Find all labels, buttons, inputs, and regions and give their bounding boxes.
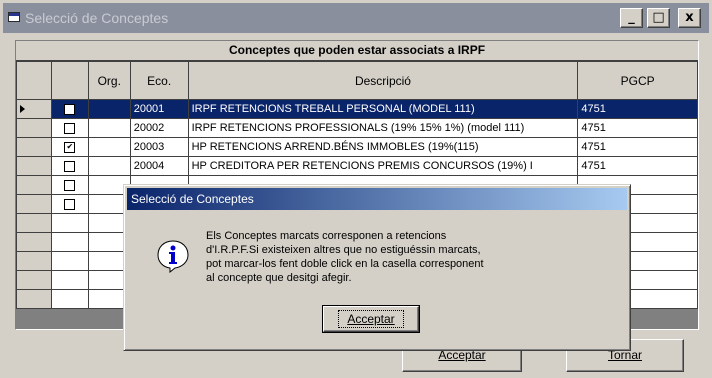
main-window: Selecció de Conceptes _ □ x Conceptes qu… bbox=[0, 0, 712, 378]
cell-description[interactable]: HP RETENCIONS ARREND.BÉNS IMMOBLES (19%(… bbox=[187, 137, 579, 157]
cell-eco[interactable]: 20001 bbox=[129, 99, 189, 119]
table-row[interactable]: 20004 HP CREDITORA PER RETENCIONS PREMIS … bbox=[16, 156, 698, 176]
row-selector[interactable] bbox=[16, 213, 52, 233]
close-button[interactable]: x bbox=[678, 8, 701, 28]
row-selector[interactable] bbox=[16, 232, 52, 252]
row-checkbox[interactable] bbox=[64, 160, 76, 172]
cell-pgcp[interactable]: 4751 bbox=[577, 156, 698, 176]
row-selector[interactable] bbox=[16, 194, 52, 214]
row-selector[interactable] bbox=[16, 137, 52, 157]
table-row[interactable]: 20001 IRPF RETENCIONS TREBALL PERSONAL (M… bbox=[16, 99, 698, 119]
row-checkbox-cell[interactable] bbox=[50, 289, 89, 309]
row-checkbox-cell[interactable] bbox=[50, 175, 89, 195]
column-header-eco[interactable]: Eco. bbox=[129, 61, 189, 100]
dialog-title-bar[interactable]: Selecció de Conceptes bbox=[127, 188, 627, 210]
row-selector[interactable] bbox=[16, 251, 52, 271]
row-checkbox[interactable]: ✔ bbox=[64, 141, 76, 153]
dialog-ok-button[interactable]: Acceptar bbox=[322, 305, 420, 333]
cell-org[interactable] bbox=[87, 118, 131, 138]
row-checkbox-cell[interactable] bbox=[50, 270, 89, 290]
row-checkbox[interactable] bbox=[64, 103, 76, 115]
cell-eco[interactable]: 20004 bbox=[129, 156, 189, 176]
info-icon bbox=[157, 240, 189, 273]
message-line: Els Conceptes marcats corresponen a rete… bbox=[206, 230, 447, 242]
cell-description[interactable]: IRPF RETENCIONS TREBALL PERSONAL (MODEL … bbox=[187, 99, 579, 119]
cell-pgcp[interactable]: 4751 bbox=[577, 99, 698, 119]
row-selector[interactable] bbox=[16, 156, 52, 176]
row-checkbox-cell[interactable] bbox=[50, 118, 89, 138]
current-row-arrow-icon bbox=[20, 105, 25, 114]
maximize-button[interactable]: □ bbox=[647, 8, 670, 28]
grid-title: Conceptes que poden estar associats a IR… bbox=[16, 41, 698, 61]
cell-org[interactable] bbox=[87, 99, 131, 119]
cell-org[interactable] bbox=[87, 156, 131, 176]
row-checkbox-cell[interactable] bbox=[50, 156, 89, 176]
row-selector-header bbox=[16, 61, 52, 100]
column-header-org[interactable]: Org. bbox=[87, 61, 131, 100]
table-row[interactable]: 20002 IRPF RETENCIONS PROFESSIONALS (19% … bbox=[16, 118, 698, 138]
window-title: Selecció de Conceptes bbox=[25, 10, 169, 26]
cell-org[interactable] bbox=[87, 137, 131, 157]
column-header-check[interactable] bbox=[50, 61, 89, 100]
message-line: pot marcar-los fent doble click en la ca… bbox=[206, 258, 484, 270]
row-checkbox[interactable] bbox=[64, 179, 76, 191]
row-checkbox[interactable] bbox=[64, 122, 76, 134]
message-line: d'I.R.P.F.Si existeixen altres que no es… bbox=[206, 244, 481, 256]
row-checkbox-cell[interactable] bbox=[50, 99, 89, 119]
row-checkbox[interactable] bbox=[64, 198, 76, 210]
cell-eco[interactable]: 20003 bbox=[129, 137, 189, 157]
dialog-ok-label: Acceptar bbox=[347, 312, 395, 326]
cell-eco[interactable]: 20002 bbox=[129, 118, 189, 138]
dialog-message: Els Conceptes marcats corresponen a rete… bbox=[206, 229, 616, 285]
table-row[interactable]: ✔ 20003 HP RETENCIONS ARREND.BÉNS IMMOBLES… bbox=[16, 137, 698, 157]
row-selector[interactable] bbox=[16, 99, 52, 119]
dialog-ok-focus: Acceptar bbox=[338, 310, 404, 328]
message-line: al concepte que desitgi afegir. bbox=[206, 272, 352, 284]
info-dialog: Selecció de Conceptes Els Conceptes marc… bbox=[123, 184, 631, 351]
app-icon bbox=[8, 12, 20, 22]
row-selector[interactable] bbox=[16, 175, 52, 195]
row-checkbox-cell[interactable] bbox=[50, 194, 89, 214]
row-checkbox-cell[interactable] bbox=[50, 232, 89, 252]
row-selector[interactable] bbox=[16, 270, 52, 290]
title-bar[interactable]: Selecció de Conceptes _ □ x bbox=[3, 3, 709, 33]
minimize-button[interactable]: _ bbox=[620, 8, 643, 28]
row-checkbox-cell[interactable] bbox=[50, 251, 89, 271]
cell-description[interactable]: IRPF RETENCIONS PROFESSIONALS (19% 15% 1… bbox=[187, 118, 579, 138]
dialog-title: Selecció de Conceptes bbox=[131, 192, 254, 206]
cell-description[interactable]: HP CREDITORA PER RETENCIONS PREMIS CONCU… bbox=[187, 156, 579, 176]
column-header-pgcp[interactable]: PGCP bbox=[577, 61, 698, 100]
column-header-description[interactable]: Descripció bbox=[187, 61, 579, 100]
row-selector[interactable] bbox=[16, 289, 52, 309]
row-checkbox-cell[interactable] bbox=[50, 213, 89, 233]
row-checkbox-cell[interactable]: ✔ bbox=[50, 137, 89, 157]
row-selector[interactable] bbox=[16, 118, 52, 138]
cell-pgcp[interactable]: 4751 bbox=[577, 137, 698, 157]
cell-pgcp[interactable]: 4751 bbox=[577, 118, 698, 138]
